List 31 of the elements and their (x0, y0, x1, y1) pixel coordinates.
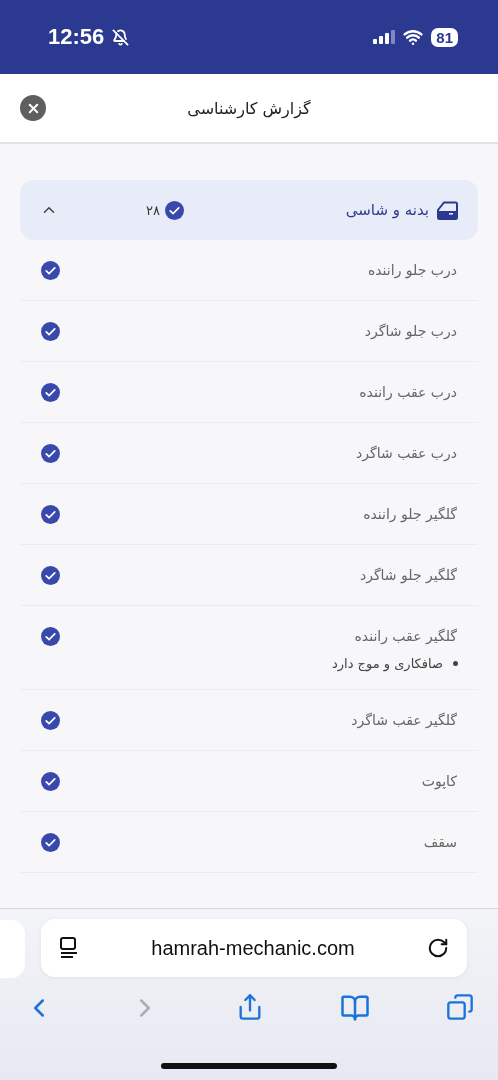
signal-icon (373, 30, 396, 44)
url-text: hamrah-mechanic.com (151, 936, 355, 960)
item-label: درب عقب شاگرد (356, 445, 457, 461)
item-label: گلگیر جلو راننده (363, 506, 457, 522)
item-label: سقف (423, 834, 457, 850)
tabs-icon (446, 993, 474, 1021)
bookmarks-button[interactable] (340, 993, 370, 1023)
wifi-icon (403, 27, 424, 47)
checked-count: ۲۸ (146, 202, 160, 218)
close-button[interactable] (20, 95, 46, 121)
reload-icon[interactable] (427, 937, 449, 959)
status-time: 12:56 (48, 24, 105, 50)
section-header[interactable]: بدنه و شاسی ۲۸ (20, 180, 478, 240)
section-title: بدنه و شاسی (345, 201, 429, 219)
book-icon (340, 993, 370, 1023)
car-door-icon (437, 200, 458, 220)
item-label: گلگیر عقب شاگرد (351, 712, 457, 728)
reader-icon (59, 937, 79, 959)
item-label: درب جلو شاگرد (364, 323, 457, 339)
item-note: صافکاری و موج دارد (331, 656, 443, 671)
address-bar[interactable]: hamrah-mechanic.com (41, 919, 467, 977)
battery-indicator: 81 (431, 27, 458, 47)
sheet-title: گزارش کارشناسی (187, 98, 311, 118)
bullet-icon (453, 661, 458, 666)
item-label: گلگیر عقب راننده (354, 628, 457, 644)
tabs-button[interactable] (446, 993, 474, 1023)
item-label: درب جلو راننده (367, 262, 457, 278)
check-icon (164, 200, 184, 220)
item-label: گلگیر جلو شاگرد (359, 567, 457, 583)
item-label: کاپوت (421, 773, 457, 789)
item-label: درب عقب راننده (359, 384, 457, 400)
